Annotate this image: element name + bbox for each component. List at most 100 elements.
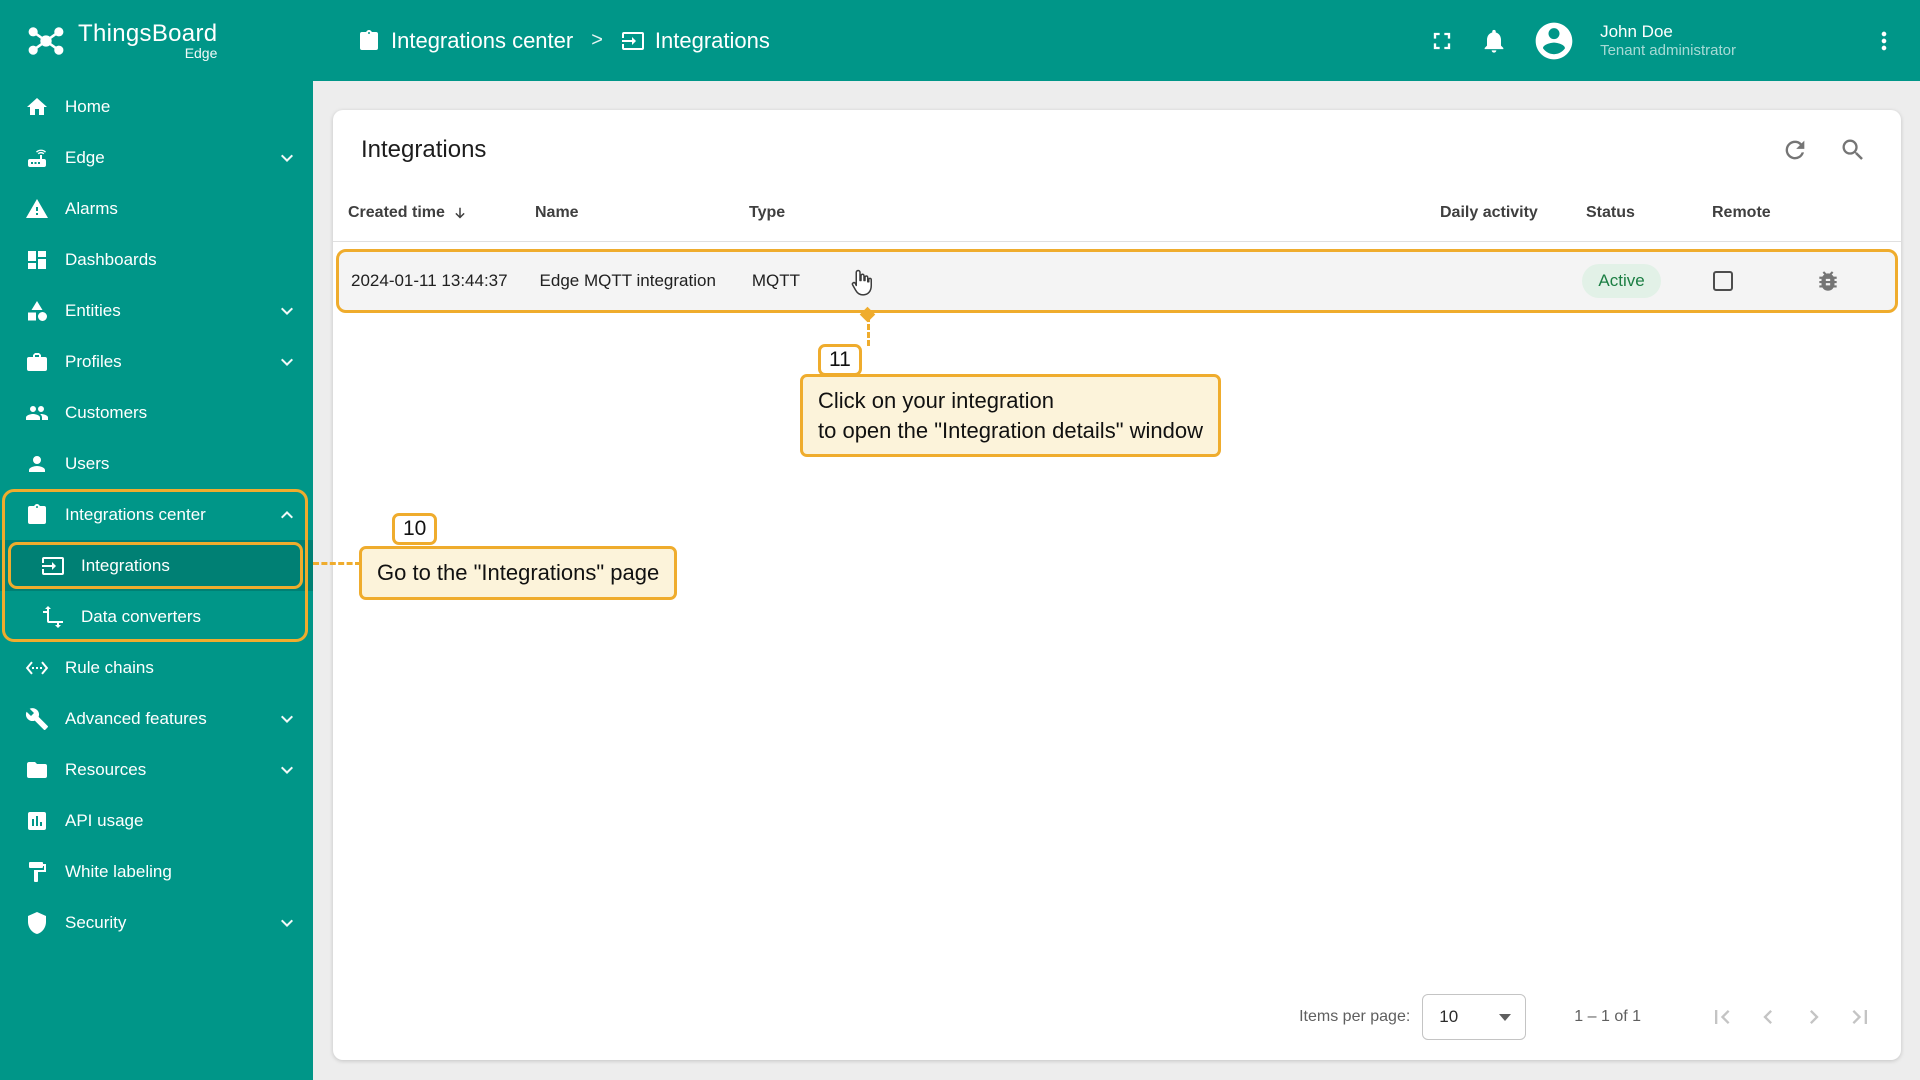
sidebar-item-label: White labeling: [65, 861, 172, 881]
items-per-page-select[interactable]: 10: [1422, 994, 1527, 1040]
sidebar-item-integrations-center[interactable]: Integrations center: [0, 489, 313, 540]
chevron-up-icon: [281, 510, 293, 518]
sidebar-item-label: Entities: [65, 300, 121, 320]
api-usage-icon: [28, 811, 46, 830]
table-row-edge-mqtt-integration[interactable]: 2024-01-11 13:44:37 Edge MQTT integratio…: [336, 249, 1898, 313]
sidebar-item-data-converters[interactable]: Data converters: [0, 591, 313, 642]
user-name: John Doe: [1600, 21, 1673, 41]
remote-checkbox[interactable]: [1713, 271, 1734, 291]
previous-page-button[interactable]: [1745, 1003, 1791, 1031]
alarm-warning-icon: [26, 198, 48, 218]
sort-desc-arrow-icon: [455, 207, 465, 219]
dashboards-icon: [28, 250, 46, 269]
integrations-center-icon: [28, 503, 46, 524]
sidebar-item-label: Security: [65, 912, 127, 932]
sidebar: ThingsBoard Edge Home Edge Alarms Dashbo…: [0, 0, 313, 1080]
status-badge: Active: [1582, 264, 1661, 298]
breadcrumb-integrations-center[interactable]: Integrations center: [357, 28, 573, 54]
sidebar-item-label: API usage: [65, 810, 144, 830]
sidebar-item-label: Advanced features: [65, 708, 207, 728]
sidebar-item-entities[interactable]: Entities: [0, 285, 313, 336]
sidebar-item-alarms[interactable]: Alarms: [0, 183, 313, 234]
breadcrumb-integrations[interactable]: Integrations: [621, 28, 770, 54]
top-right-controls: John Doe Tenant administrator: [1428, 19, 1898, 63]
integrations-icon: [621, 31, 644, 50]
chevron-down-icon: [281, 715, 293, 723]
bug-icon: [1818, 271, 1837, 291]
more-menu-button[interactable]: [1870, 27, 1898, 55]
cell-type: MQTT: [751, 271, 801, 290]
sidebar-item-label: Rule chains: [65, 657, 154, 677]
advanced-features-icon: [25, 707, 48, 730]
sidebar-item-security[interactable]: Security: [0, 897, 313, 948]
logo-subtitle: Edge: [184, 44, 218, 61]
thingsboard-logo-icon: [28, 26, 64, 55]
chevron-left-icon: [1763, 1010, 1772, 1024]
sidebar-item-advanced-features[interactable]: Advanced features: [0, 693, 313, 744]
home-icon: [27, 97, 47, 115]
breadcrumb-separator: >: [591, 29, 603, 51]
resources-folder-icon: [27, 761, 47, 778]
edge-icon: [28, 149, 46, 167]
column-header-name[interactable]: Name: [535, 204, 749, 222]
user-avatar[interactable]: [1532, 19, 1576, 63]
sidebar-item-dashboards[interactable]: Dashboards: [0, 234, 313, 285]
refresh-button[interactable]: [1781, 136, 1809, 164]
chevron-down-icon: [281, 307, 293, 315]
user-info: John Doe Tenant administrator: [1600, 21, 1736, 61]
items-per-page-value: 10: [1439, 1007, 1459, 1026]
sidebar-item-customers[interactable]: Customers: [0, 387, 313, 438]
breadcrumb-label: Integrations: [654, 27, 770, 53]
sidebar-item-resources[interactable]: Resources: [0, 744, 313, 795]
pagination-bar: Items per page: 10 1 – 1 of 1: [333, 980, 1901, 1060]
sidebar-item-profiles[interactable]: Profiles: [0, 336, 313, 387]
notifications-button[interactable]: [1480, 27, 1508, 55]
sidebar-item-rule-chains[interactable]: Rule chains: [0, 642, 313, 693]
column-header-type[interactable]: Type: [749, 204, 1440, 222]
debug-button[interactable]: [1815, 268, 1841, 294]
integrations-icon: [42, 556, 64, 575]
logo-title: ThingsBoard: [78, 19, 218, 47]
sidebar-item-edge[interactable]: Edge: [0, 132, 313, 183]
sidebar-nav: Home Edge Alarms Dashboards Entities Pro…: [0, 81, 313, 948]
bell-icon: [1484, 29, 1504, 53]
app-logo[interactable]: ThingsBoard Edge: [0, 0, 313, 81]
sidebar-item-integrations[interactable]: Integrations: [0, 540, 313, 591]
sidebar-item-label: Integrations: [81, 555, 170, 575]
fullscreen-icon: [1433, 32, 1451, 49]
fullscreen-button[interactable]: [1428, 27, 1456, 55]
sidebar-item-label: Data converters: [81, 606, 201, 626]
pagination-range-label: 1 – 1 of 1: [1574, 1008, 1641, 1025]
last-page-icon: [1852, 1010, 1867, 1024]
first-page-button[interactable]: [1699, 1003, 1745, 1031]
user-role: Tenant administrator: [1600, 41, 1736, 59]
rule-chains-icon: [25, 660, 49, 675]
search-icon: [1842, 139, 1863, 160]
card-actions: [1781, 136, 1875, 164]
sidebar-item-users[interactable]: Users: [0, 438, 313, 489]
sidebar-item-label: Alarms: [65, 198, 118, 218]
sidebar-item-label: Resources: [65, 759, 147, 779]
sidebar-item-label: Edge: [65, 147, 105, 167]
entities-icon: [28, 300, 47, 321]
search-button[interactable]: [1839, 136, 1867, 164]
breadcrumb-label: Integrations center: [391, 27, 574, 53]
sidebar-item-white-labeling[interactable]: White labeling: [0, 846, 313, 897]
column-header-daily-activity: Daily activity: [1440, 203, 1538, 221]
sidebar-item-api-usage[interactable]: API usage: [0, 795, 313, 846]
sidebar-item-home[interactable]: Home: [0, 81, 313, 132]
last-page-button[interactable]: [1837, 1003, 1883, 1031]
sidebar-item-label: Home: [65, 96, 111, 116]
refresh-icon: [1785, 140, 1805, 160]
chevron-down-icon: [281, 154, 293, 162]
items-per-page-label: Items per page:: [1299, 1008, 1411, 1025]
next-page-button[interactable]: [1791, 1003, 1837, 1031]
white-labeling-icon: [29, 861, 46, 882]
column-header-created-time[interactable]: Created time: [333, 204, 535, 222]
dropdown-caret-icon: [1499, 1013, 1512, 1021]
chevron-right-icon: [1810, 1010, 1819, 1024]
breadcrumb: Integrations center > Integrations: [357, 28, 770, 54]
column-header-remote: Remote: [1712, 203, 1771, 221]
customers-icon: [26, 405, 48, 420]
page-title: Integrations: [361, 136, 487, 163]
